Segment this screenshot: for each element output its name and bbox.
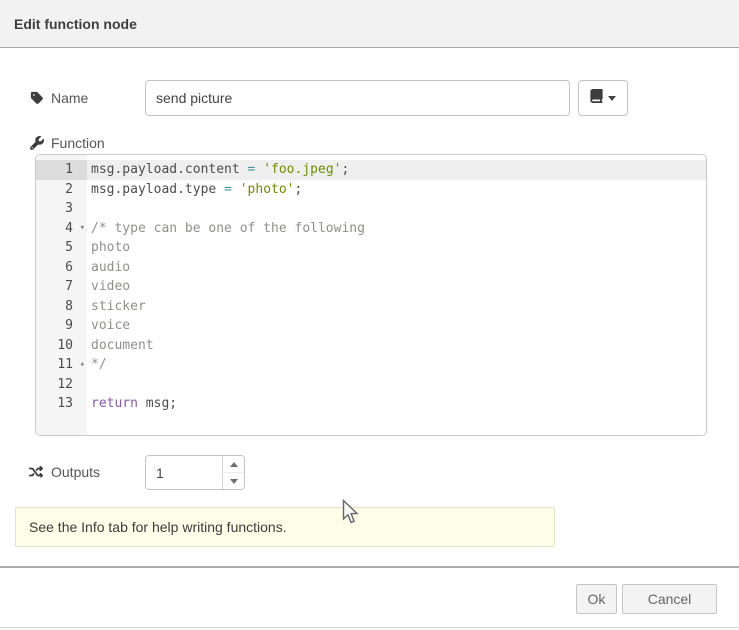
book-icon [590, 89, 603, 108]
outputs-row-label: Outputs [28, 462, 100, 482]
function-row-label: Function [30, 133, 105, 153]
form-tip-text: See the Info tab for help writing functi… [29, 519, 287, 535]
editor-lines: 1msg.payload.content = 'foo.jpeg';2msg.p… [36, 160, 706, 414]
editor-line-3[interactable]: 3 [36, 199, 706, 219]
editor-line-7[interactable]: 7video [36, 277, 706, 297]
ok-button[interactable]: Ok [576, 584, 617, 614]
name-row-label: Name [30, 88, 88, 108]
line-number: 8 [36, 297, 87, 317]
function-label: Function [51, 135, 105, 151]
code-line-text: sticker [87, 297, 146, 317]
name-label: Name [51, 90, 88, 106]
editor-line-1[interactable]: 1msg.payload.content = 'foo.jpeg'; [36, 160, 706, 180]
editor-line-13[interactable]: 13return msg; [36, 394, 706, 414]
line-number: 5 [36, 238, 87, 258]
outputs-label: Outputs [51, 464, 100, 480]
editor-line-8[interactable]: 8sticker [36, 297, 706, 317]
code-line-text: audio [87, 258, 130, 278]
code-line-text [87, 375, 91, 395]
code-line-text: document [87, 336, 154, 356]
code-line-text: video [87, 277, 130, 297]
code-line-text [87, 199, 91, 219]
editor-line-10[interactable]: 10document [36, 336, 706, 356]
editor-line-4[interactable]: 4▾/* type can be one of the following [36, 219, 706, 239]
code-line-text: msg.payload.content = 'foo.jpeg'; [87, 160, 349, 180]
outputs-input[interactable] [146, 456, 222, 489]
code-editor[interactable]: 1msg.payload.content = 'foo.jpeg';2msg.p… [35, 154, 707, 436]
editor-line-2[interactable]: 2msg.payload.type = 'photo'; [36, 180, 706, 200]
spinner-buttons [222, 456, 244, 489]
arrow-down-icon [230, 479, 238, 484]
fold-widget-icon[interactable]: ▾ [80, 219, 85, 239]
mouse-cursor-icon [342, 499, 361, 531]
code-line-text: */ [87, 355, 107, 375]
footer-divider [0, 566, 739, 568]
edit-function-node-dialog: Edit function node Name Function 1msg.pa… [0, 0, 739, 630]
code-line-text: /* type can be one of the following [87, 219, 365, 239]
line-number: 13 [36, 394, 87, 414]
tag-icon [30, 91, 44, 105]
line-number: 12 [36, 375, 87, 395]
editor-line-12[interactable]: 12 [36, 375, 706, 395]
code-line-text: msg.payload.type = 'photo'; [87, 180, 302, 200]
line-number: 1 [36, 160, 87, 180]
editor-line-5[interactable]: 5photo [36, 238, 706, 258]
line-number: 2 [36, 180, 87, 200]
line-number: 6 [36, 258, 87, 278]
arrow-up-icon [230, 462, 238, 467]
dialog-bottom-edge [0, 627, 739, 628]
line-number: 10 [36, 336, 87, 356]
spinner-down-button[interactable] [223, 473, 244, 489]
outputs-spinner [145, 455, 245, 490]
wrench-icon [30, 136, 44, 150]
library-button[interactable] [578, 80, 628, 116]
name-input[interactable] [145, 80, 570, 116]
editor-line-6[interactable]: 6audio [36, 258, 706, 278]
line-number: 11▴ [36, 355, 87, 375]
dialog-header: Edit function node [0, 0, 739, 48]
editor-line-11[interactable]: 11▴*/ [36, 355, 706, 375]
spinner-up-button[interactable] [223, 456, 244, 473]
chevron-down-icon [608, 96, 616, 101]
line-number: 4▾ [36, 219, 87, 239]
code-line-text: voice [87, 316, 130, 336]
line-number: 3 [36, 199, 87, 219]
line-number: 7 [36, 277, 87, 297]
shuffle-icon [28, 465, 44, 479]
fold-widget-icon[interactable]: ▴ [80, 355, 85, 375]
code-line-text: return msg; [87, 394, 177, 414]
form-tip: See the Info tab for help writing functi… [15, 507, 555, 547]
editor-line-9[interactable]: 9voice [36, 316, 706, 336]
cancel-button[interactable]: Cancel [622, 584, 717, 614]
dialog-title: Edit function node [14, 0, 137, 48]
line-number: 9 [36, 316, 87, 336]
code-line-text: photo [87, 238, 130, 258]
